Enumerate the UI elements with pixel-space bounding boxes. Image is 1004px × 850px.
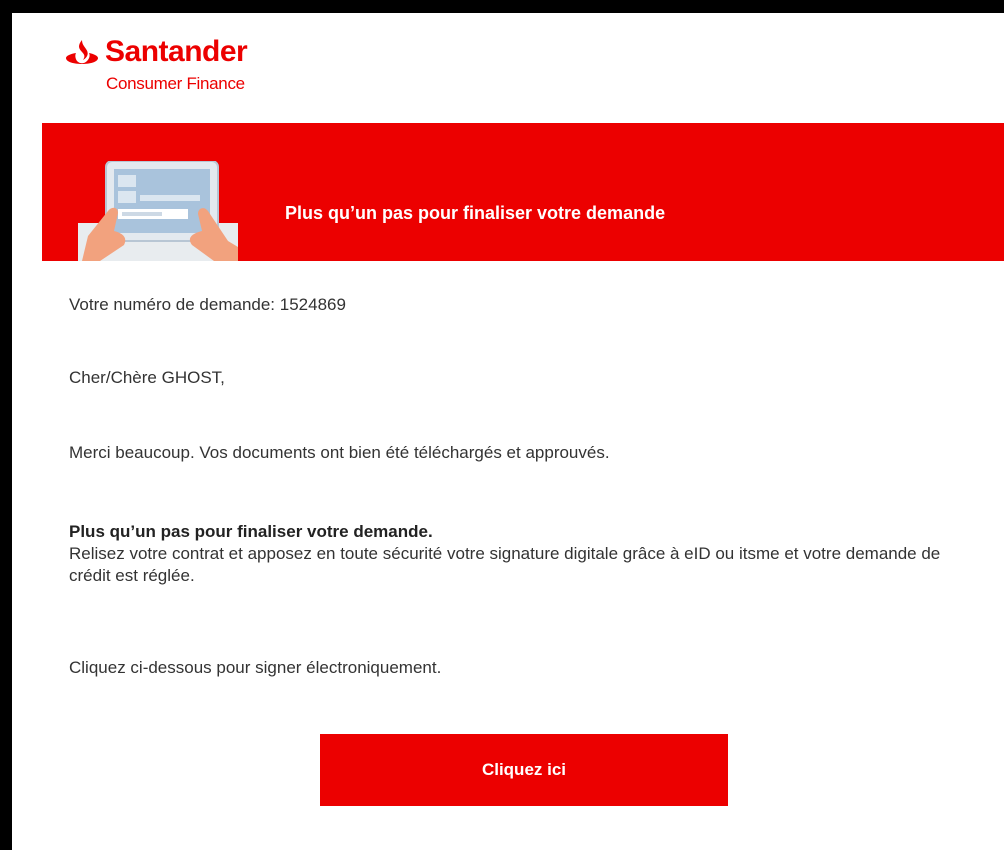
greeting: Cher/Chère GHOST, xyxy=(69,368,225,387)
brand-subtitle: Consumer Finance xyxy=(106,74,245,93)
click-instruction: Cliquez ci-dessous pour signer électroni… xyxy=(69,658,442,677)
santander-flame-icon xyxy=(66,40,98,64)
step-heading: Plus qu’un pas pour finaliser votre dema… xyxy=(69,522,433,541)
header-banner: Plus qu’un pas pour finaliser votre dema… xyxy=(42,123,1004,261)
email-frame: Santander Consumer Finance Plus qu’un pa… xyxy=(12,13,1004,850)
click-here-button[interactable]: Cliquez ici xyxy=(320,734,728,806)
brand-name: Santander xyxy=(105,35,248,68)
request-number: Votre numéro de demande: 1524869 xyxy=(69,295,346,314)
step-text: Relisez votre contrat et apposez en tout… xyxy=(69,544,941,585)
hands-holding-tablet-illustration xyxy=(78,161,238,261)
banner-title: Plus qu’un pas pour finaliser votre dema… xyxy=(285,203,666,223)
thanks-message: Merci beaucoup. Vos documents ont bien é… xyxy=(69,443,610,462)
step-paragraph: Plus qu’un pas pour finaliser votre dema… xyxy=(69,521,969,587)
